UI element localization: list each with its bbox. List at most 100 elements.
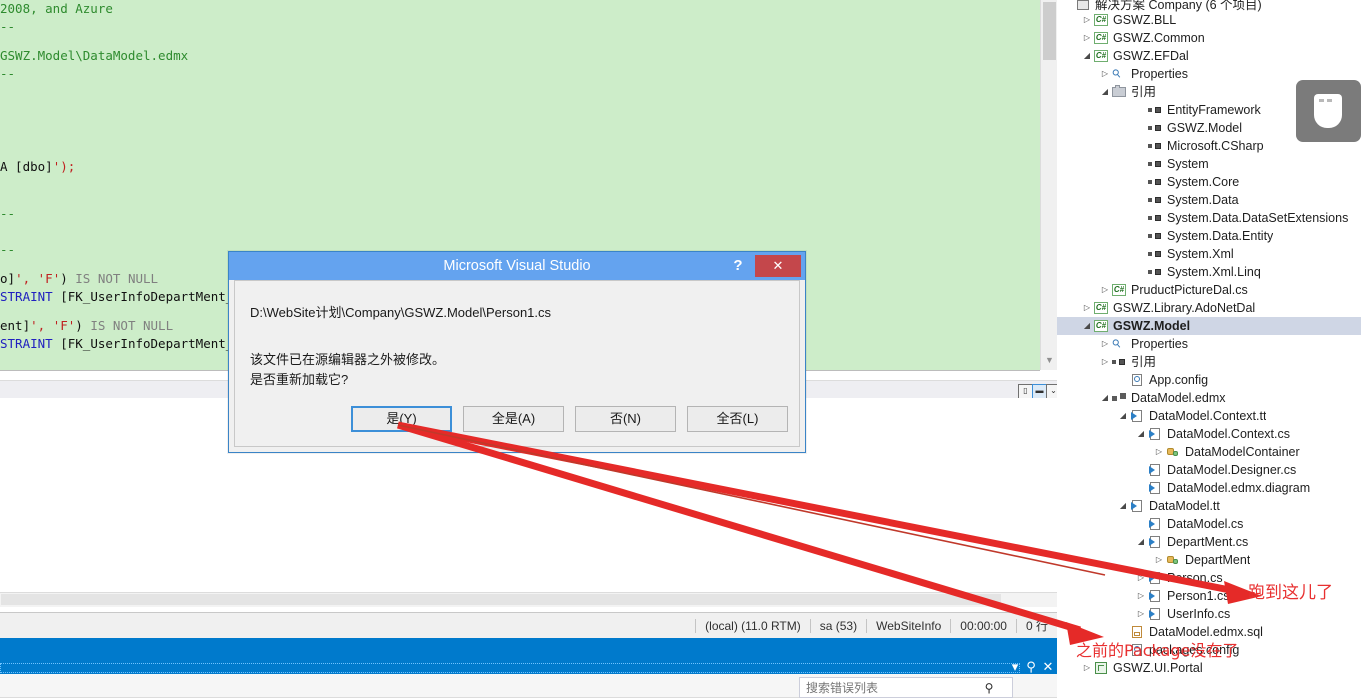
expand-arrow-icon[interactable]: ▷ xyxy=(1081,11,1093,29)
collapse-arrow-icon[interactable]: ◢ xyxy=(1135,425,1147,443)
tree-node-department-cs[interactable]: ◢ DepartMent.cs xyxy=(1057,533,1361,551)
collapse-arrow-icon[interactable]: ◢ xyxy=(1099,83,1111,101)
tree-node-gswz-efdal[interactable]: ◢ C# GSWZ.EFDal xyxy=(1057,47,1361,65)
error-list-titlebar[interactable] xyxy=(0,638,1057,661)
reference-icon xyxy=(1147,139,1164,153)
search-input[interactable] xyxy=(800,678,978,697)
code-token: -- xyxy=(0,206,16,221)
expand-arrow-icon[interactable]: ▷ xyxy=(1153,551,1165,569)
editor-scrollbar-thumb[interactable] xyxy=(1043,2,1056,60)
error-list-search-box[interactable]: ⚲ xyxy=(799,677,1013,698)
tree-node-gswz-common[interactable]: ▷ C# GSWZ.Common xyxy=(1057,29,1361,47)
error-list-tabstrip[interactable] xyxy=(0,661,1057,674)
code-token: '); xyxy=(52,159,76,174)
tree-node-label: Microsoft.CSharp xyxy=(1167,139,1264,153)
tree-node-gswz-library-adonetdal[interactable]: ▷ C# GSWZ.Library.AdoNetDal xyxy=(1057,299,1361,317)
results-horizontal-scrollbar[interactable] xyxy=(0,592,1057,607)
expand-arrow-icon[interactable]: ▷ xyxy=(1135,587,1147,605)
tree-node-gswz-model[interactable]: ◢ C# GSWZ.Model xyxy=(1057,317,1361,335)
tree-node-gswz-ui-portal[interactable]: ▷ GSWZ.UI.Portal xyxy=(1057,659,1361,677)
tree-node-datamodel-tt[interactable]: ◢ DataModel.tt xyxy=(1057,497,1361,515)
tree-node-label: GSWZ.Library.AdoNetDal xyxy=(1113,301,1256,315)
reference-icon xyxy=(1147,175,1164,189)
code-token: IS NOT NULL xyxy=(75,271,159,286)
tree-node-[interactable]: ▷ 引用 xyxy=(1057,353,1361,371)
yes-all-button[interactable]: 全是(A) xyxy=(463,406,564,432)
close-icon[interactable]: ✕ xyxy=(1041,660,1055,673)
code-token: ) xyxy=(75,318,91,333)
editor-line: -- xyxy=(0,65,15,83)
dialog-titlebar[interactable]: Microsoft Visual Studio ? ✕ xyxy=(229,252,805,280)
tree-node-system-xml[interactable]: System.Xml xyxy=(1057,245,1361,263)
tree-node-datamodelcontainer[interactable]: ▷ DataModelContainer xyxy=(1057,443,1361,461)
properties-icon: ⚲ xyxy=(1110,66,1124,82)
results-scrollbar-thumb[interactable] xyxy=(1,594,1001,605)
tree-node-label: EntityFramework xyxy=(1167,103,1261,117)
split-horizontal-button[interactable]: ▬ xyxy=(1032,384,1047,399)
references-icon xyxy=(1111,355,1128,369)
tree-node-department[interactable]: ▷ DepartMent xyxy=(1057,551,1361,569)
tree-node-system-data-datasetextensions[interactable]: System.Data.DataSetExtensions xyxy=(1057,209,1361,227)
tree-node-label: DataModel.cs xyxy=(1167,517,1244,531)
tree-node-datamodel-context-cs[interactable]: ◢ DataModel.Context.cs xyxy=(1057,425,1361,443)
code-token: STRAINT xyxy=(0,336,61,351)
collapse-arrow-icon[interactable]: ◢ xyxy=(1081,317,1093,335)
expand-arrow-icon[interactable]: ▷ xyxy=(1081,659,1093,677)
expand-arrow-icon[interactable]: ▷ xyxy=(1081,29,1093,47)
no-all-button[interactable]: 全否(L) xyxy=(687,406,788,432)
expand-arrow-icon[interactable]: ▷ xyxy=(1135,605,1147,623)
tree-node-system-core[interactable]: System.Core xyxy=(1057,173,1361,191)
expand-arrow-icon[interactable]: ▷ xyxy=(1099,281,1111,299)
tree-node-gswz-bll[interactable]: ▷ C# GSWZ.BLL xyxy=(1057,11,1361,29)
expand-arrow-icon[interactable]: ▷ xyxy=(1081,299,1093,317)
split-vertical-button[interactable]: ▯ xyxy=(1018,384,1033,399)
collapse-arrow-icon[interactable]: ◢ xyxy=(1117,497,1129,515)
modified-file-dialog[interactable]: Microsoft Visual Studio ? ✕ D:\WebSite计划… xyxy=(228,251,806,453)
tree-node-label: System.Core xyxy=(1167,175,1240,189)
tree-node-datamodel-cs[interactable]: DataModel.cs xyxy=(1057,515,1361,533)
collapse-arrow-icon[interactable]: ◢ xyxy=(1135,533,1147,551)
tree-node-label: System.Data xyxy=(1167,193,1239,207)
search-icon[interactable]: ⚲ xyxy=(978,681,1000,695)
tree-node-app-config[interactable]: App.config xyxy=(1057,371,1361,389)
scroll-down-icon[interactable]: ▼ xyxy=(1041,352,1058,368)
tree-node-system-data-entity[interactable]: System.Data.Entity xyxy=(1057,227,1361,245)
expand-arrow-icon[interactable]: ▷ xyxy=(1099,65,1111,83)
collapse-arrow-icon[interactable]: ◢ xyxy=(1099,389,1111,407)
code-token: GSWZ.Model\DataModel.edmx xyxy=(0,48,189,63)
collapse-arrow-icon[interactable]: ◢ xyxy=(1117,407,1129,425)
help-icon[interactable]: ? xyxy=(728,255,748,277)
pin-icon[interactable]: ⚲ xyxy=(1024,660,1038,673)
tree-node-datamodel-edmx-diagram[interactable]: DataModel.edmx.diagram xyxy=(1057,479,1361,497)
tree-node-pruductpicturedal-cs[interactable]: ▷ C# PruductPictureDal.cs xyxy=(1057,281,1361,299)
editor-vertical-scrollbar[interactable]: ▼ xyxy=(1040,0,1058,370)
chevron-down-icon[interactable]: ▾ xyxy=(1008,660,1022,673)
tree-node-userinfo-cs[interactable]: ▷ UserInfo.cs xyxy=(1057,605,1361,623)
expand-arrow-icon[interactable]: ▷ xyxy=(1099,335,1111,353)
tt-template-icon xyxy=(1129,409,1146,423)
error-list-tab-active[interactable] xyxy=(0,663,1020,673)
tree-node-datamodel-context-tt[interactable]: ◢ DataModel.Context.tt xyxy=(1057,407,1361,425)
csharp-generated-file-icon xyxy=(1147,517,1164,531)
designer-file-icon xyxy=(1147,463,1164,477)
editor-line: ent]', 'F') IS NOT NULL xyxy=(0,317,173,335)
expand-arrow-icon[interactable]: ▷ xyxy=(1099,353,1111,371)
expand-arrow-icon[interactable]: ▷ xyxy=(1135,569,1147,587)
tree-node-system[interactable]: System xyxy=(1057,155,1361,173)
expand-arrow-icon[interactable]: ▷ xyxy=(1153,443,1165,461)
tree-node-datamodel-designer-cs[interactable]: DataModel.Designer.cs xyxy=(1057,461,1361,479)
tree-node-system-xml-linq[interactable]: System.Xml.Linq xyxy=(1057,263,1361,281)
tree-node-datamodel-edmx[interactable]: ◢ DataModel.edmx xyxy=(1057,389,1361,407)
yes-button[interactable]: 是(Y) xyxy=(351,406,452,432)
csharp-file-icon: C# xyxy=(1112,284,1126,296)
close-icon[interactable]: ✕ xyxy=(755,255,801,277)
collapse-arrow-icon[interactable]: ◢ xyxy=(1081,47,1093,65)
tree-node-properties[interactable]: ▷ ⚲ Properties xyxy=(1057,335,1361,353)
tree-node-label: DataModelContainer xyxy=(1185,445,1300,459)
tree-node-system-data[interactable]: System.Data xyxy=(1057,191,1361,209)
tree-node-label: System.Xml.Linq xyxy=(1167,265,1261,279)
csharp-project-icon: C# xyxy=(1094,32,1108,44)
no-button[interactable]: 否(N) xyxy=(575,406,676,432)
